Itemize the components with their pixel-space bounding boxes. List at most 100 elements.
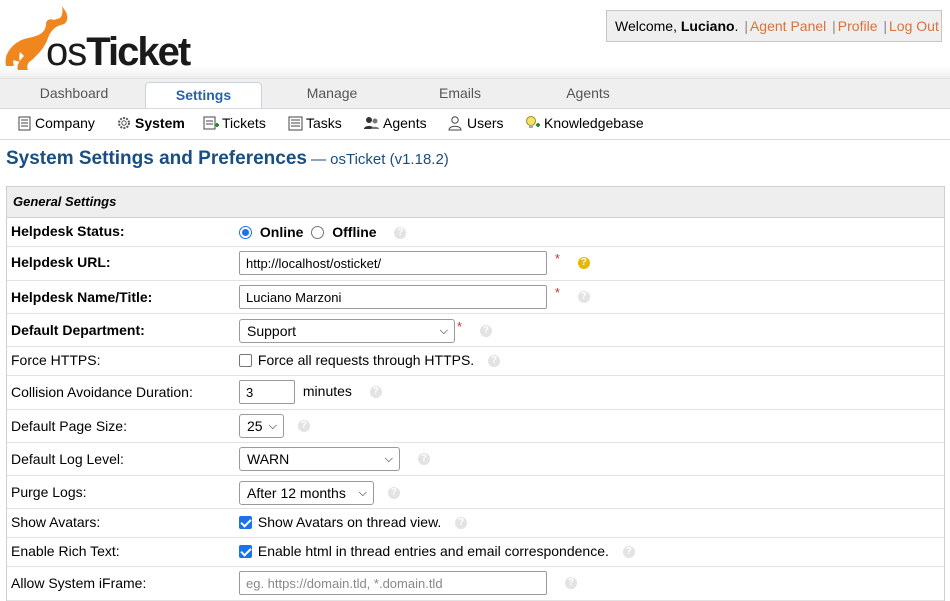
tickets-icon [203,116,219,130]
field-label: Enable Rich Text: [11,543,120,559]
subnav-label: Tasks [306,115,342,131]
checkbox-label[interactable]: Force all requests through HTTPS. [258,352,474,368]
warning-help-icon[interactable]: ? [577,257,590,270]
separator: | [832,18,836,34]
field-label: Default Log Level: [11,451,124,467]
knowledgebase-icon [526,116,540,128]
row-default-department: Default Department: Support ⌵ * ? [7,314,944,347]
subnav-tasks[interactable]: Tasks [288,109,342,139]
help-icon[interactable]: ? [577,291,590,304]
subnav-tickets[interactable]: Tickets [203,109,266,139]
logout-link[interactable]: Log Out [889,18,939,34]
avatars-control: Show Avatars on thread view. ? [239,514,468,530]
help-icon[interactable]: ? [417,453,430,465]
collision-control: minutes ? [239,380,382,404]
logo[interactable]: osTicket [2,4,207,74]
field-label: Helpdesk Name/Title: [11,289,153,305]
system-iframe-input[interactable] [239,571,547,595]
subnav-label: System [135,115,185,131]
row-log-level: Default Log Level: WARN ⌵ ? [7,443,944,476]
offline-label[interactable]: Offline [332,224,376,240]
page-subtitle: — osTicket (v1.18.2) [310,151,449,168]
url-control: * ? [239,251,590,276]
subnav-users[interactable]: Users [447,109,504,139]
company-icon [18,116,31,131]
helpdesk-name-input[interactable] [239,285,547,310]
required-marker: * [554,285,560,300]
required-marker: * [554,251,560,266]
chevron-down-icon: ⌵ [268,420,277,432]
log-level-select[interactable]: WARN ⌵ [239,447,400,471]
field-label: Force HTTPS: [11,352,101,368]
status-radios: Online Offline ? [239,224,407,240]
field-label: Helpdesk Status: [11,223,125,239]
field-label: Allow System iFrame: [11,575,147,591]
purge-logs-select[interactable]: After 12 months ⌵ [239,481,374,505]
page-size-select[interactable]: 25 ⌵ [239,414,284,438]
tab-emails[interactable]: Emails [396,79,524,108]
welcome-suffix: . [734,18,739,34]
subnav-knowledgebase[interactable]: Knowledgebase [524,109,644,139]
agent-panel-link[interactable]: Agent Panel [750,18,826,34]
field-label: Helpdesk URL: [11,254,111,270]
help-icon[interactable]: ? [479,325,492,338]
show-avatars-checkbox[interactable] [239,516,252,529]
help-icon[interactable]: ? [387,487,400,499]
help-icon[interactable]: ? [455,517,468,530]
tasks-icon [288,116,303,131]
checkbox-label[interactable]: Enable html in thread entries and email … [258,543,609,559]
helpdesk-url-input[interactable] [239,251,547,276]
tab-manage[interactable]: Manage [268,79,396,108]
select-value: 25 [247,418,263,434]
log-level-control: WARN ⌵ ? [239,447,430,471]
tab-agents[interactable]: Agents [524,79,652,108]
separator: | [883,18,888,34]
field-label: Default Page Size: [11,418,127,434]
name-control: * ? [239,285,590,310]
online-label[interactable]: Online [260,224,304,240]
row-collision-duration: Collision Avoidance Duration: minutes ? [7,376,944,410]
help-icon[interactable]: ? [297,420,310,432]
force-https-checkbox[interactable] [239,354,252,367]
welcome-text: Welcome, [615,18,681,34]
offline-radio[interactable] [311,226,325,239]
page-title: System Settings and Preferences — osTicke… [6,148,449,170]
row-rich-text: Enable Rich Text: Enable html in thread … [7,538,944,567]
settings-table: General Settings Helpdesk Status: Online… [6,186,945,601]
tab-settings[interactable]: Settings [145,82,262,108]
tab-dashboard[interactable]: Dashboard [6,79,142,108]
field-label: Collision Avoidance Duration: [11,384,193,400]
department-select[interactable]: Support ⌵ [239,319,455,344]
chevron-down-icon: ⌵ [358,487,367,499]
header: osTicket Welcome, Luciano. | Agent Panel … [0,0,950,78]
help-icon[interactable]: ? [369,386,382,398]
checkbox-label[interactable]: Show Avatars on thread view. [258,514,441,530]
main-nav: Dashboard Settings Manage Emails Agents [0,78,950,108]
section-header: General Settings [7,187,944,218]
select-value: Support [247,323,297,340]
collision-duration-input[interactable] [239,380,295,404]
department-control: Support ⌵ * ? [239,319,492,344]
select-value: WARN [247,451,290,467]
help-icon[interactable]: ? [564,577,577,589]
subnav-label: Knowledgebase [544,115,644,131]
subnav-company[interactable]: Company [17,109,95,139]
row-helpdesk-name: Helpdesk Name/Title: * ? [7,281,944,314]
chevron-down-icon: ⌵ [439,325,448,338]
gear-icon [118,117,130,129]
iframe-control: ? [239,571,577,595]
profile-link[interactable]: Profile [838,18,878,34]
subnav-agents[interactable]: Agents [363,109,427,139]
rich-text-checkbox[interactable] [239,545,252,558]
help-icon[interactable]: ? [622,546,635,559]
row-force-https: Force HTTPS: Force all requests through … [7,347,944,376]
online-radio[interactable] [239,226,252,239]
users-icon [448,116,462,131]
row-show-avatars: Show Avatars: Show Avatars on thread vie… [7,509,944,538]
subnav-system[interactable]: System [116,109,185,139]
help-icon[interactable]: ? [488,355,501,368]
subnav-label: Users [467,115,504,131]
row-page-size: Default Page Size: 25 ⌵ ? [7,410,944,443]
logo-wordmark: osTicket [46,30,191,74]
help-icon[interactable]: ? [394,227,407,240]
